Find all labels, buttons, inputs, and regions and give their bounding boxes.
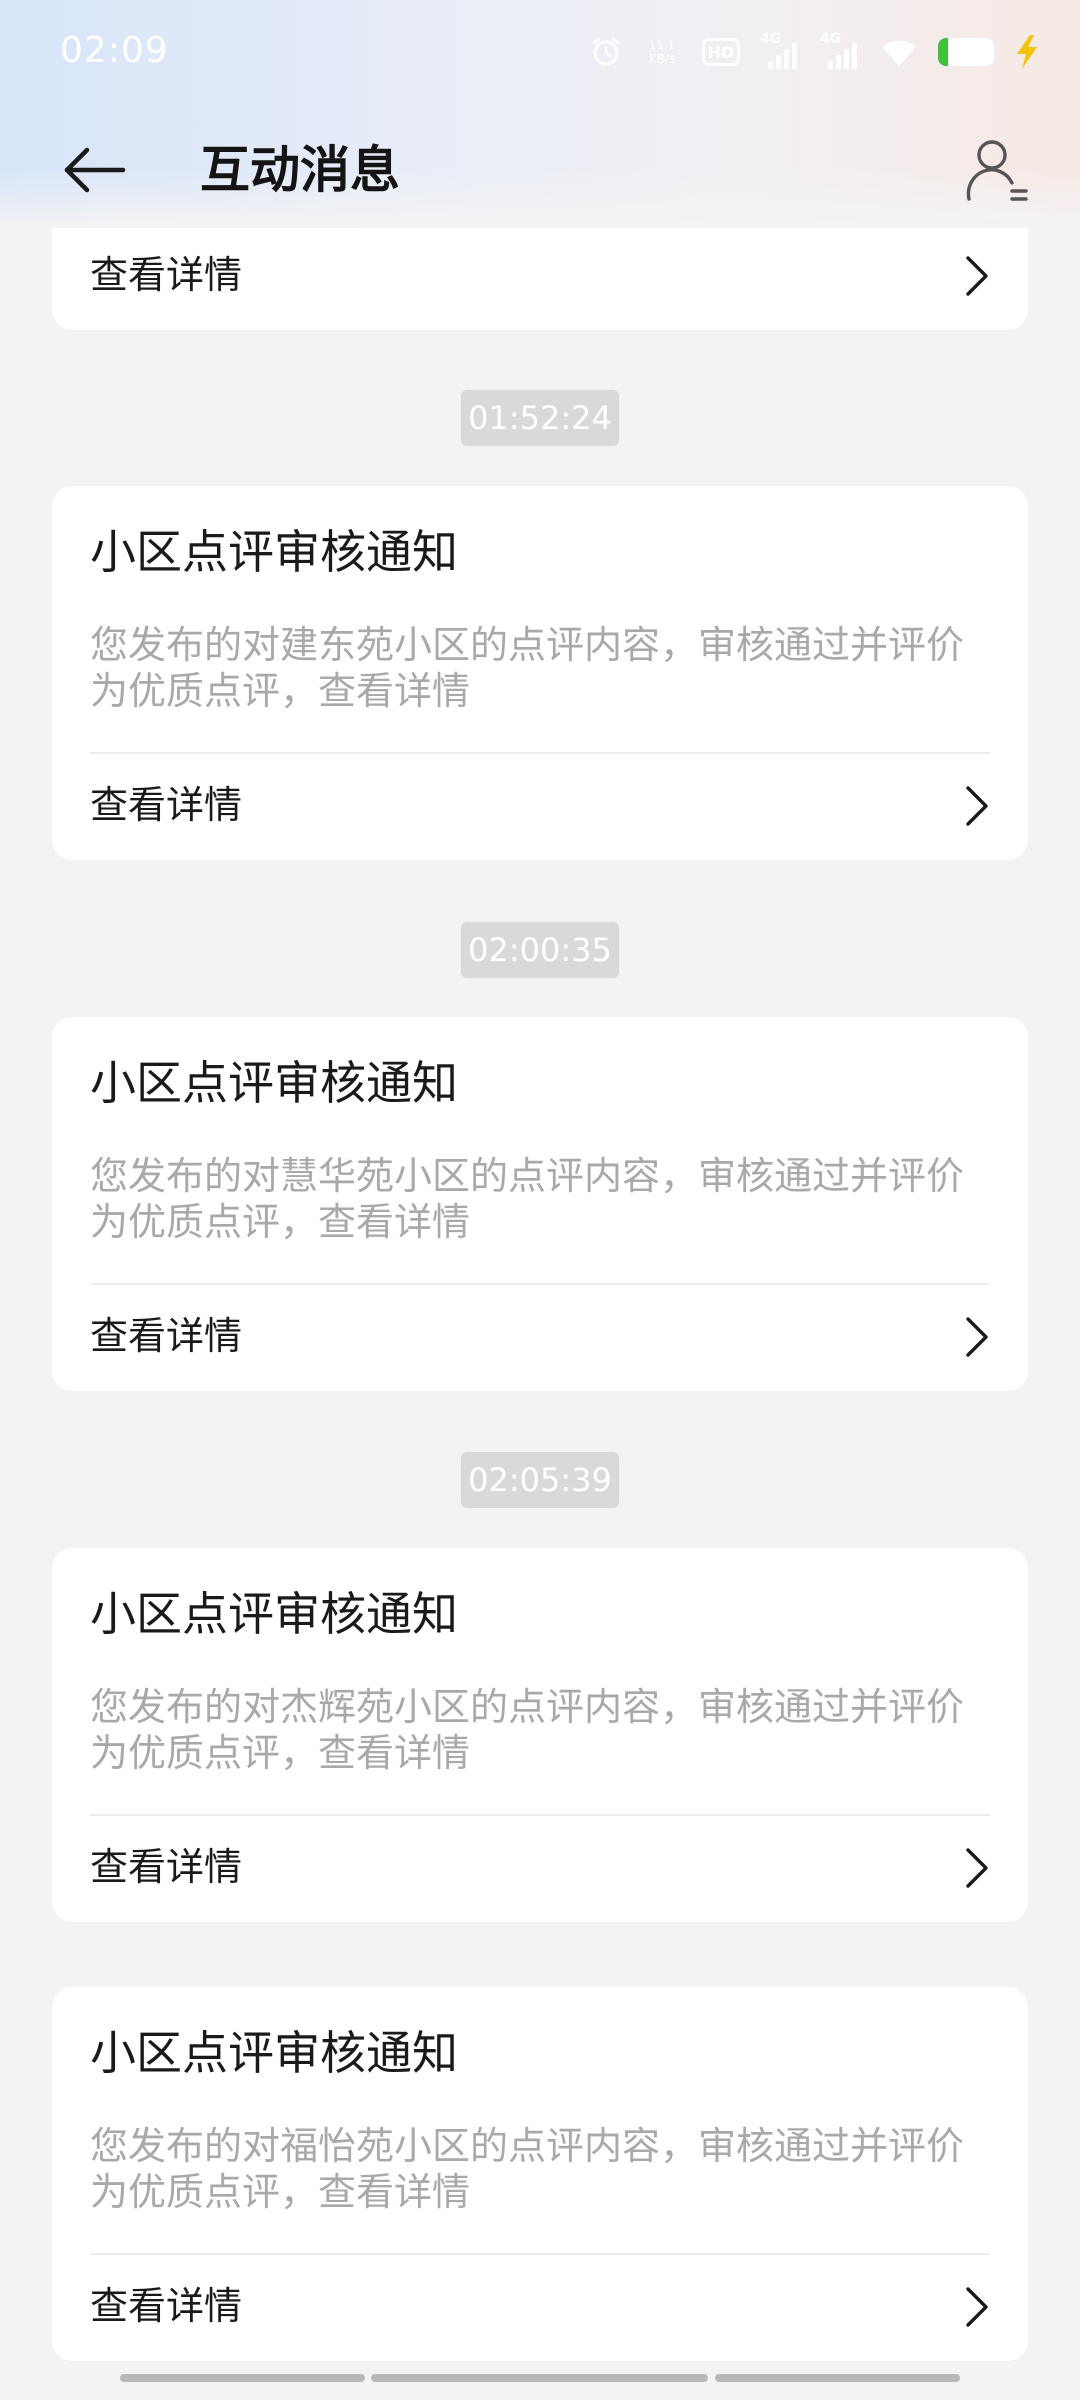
page-title: 互动消息 [200,141,400,199]
screen: 查看详情 01:52:24 小区点评审核通知 您发布的对建东苑小区的点评内容，审… [0,0,1080,2400]
wifi-icon [882,40,916,66]
view-details-row[interactable]: 查看详情 [52,752,1028,860]
message-description: 您发布的对慧华苑小区的点评内容，审核通过并评价为优质点评，查看详情 [90,1154,965,1244]
view-details-row[interactable]: 查看详情 [52,222,1028,330]
alarm-icon [592,37,620,66]
chevron-right-icon [966,256,988,296]
message-timestamp: 02:00:35 [461,922,619,978]
battery-icon [938,38,994,66]
signal-icon: 4G [760,31,800,69]
message-title: 小区点评审核通知 [90,525,458,579]
charging-icon [1017,35,1037,69]
back-arrow-icon [64,147,126,193]
profile-settings-button[interactable] [962,132,1032,208]
view-details-label: 查看详情 [90,1314,243,1358]
network-speed: 11.1 KB/s [642,38,682,66]
user-list-icon [966,140,1028,201]
message-card[interactable]: 小区点评审核通知 您发布的对建东苑小区的点评内容，审核通过并评价为优质点评，查看… [52,486,1028,860]
message-list[interactable]: 查看详情 01:52:24 小区点评审核通知 您发布的对建东苑小区的点评内容，审… [0,0,1080,2400]
hd-icon: HD [702,38,740,66]
back-button[interactable] [60,138,130,202]
message-description: 您发布的对福怡苑小区的点评内容，审核通过并评价为优质点评，查看详情 [90,2124,965,2214]
view-details-row[interactable]: 查看详情 [52,1814,1028,1922]
message-title: 小区点评审核通知 [90,2026,458,2080]
message-timestamp: 02:05:39 [461,1452,619,1508]
gesture-bar-segment [371,2374,708,2382]
view-details-row[interactable]: 查看详情 [52,2253,1028,2361]
status-icons: 11.1 KB/s HD 4G 4G [590,30,1040,74]
chevron-right-icon [966,2287,988,2327]
status-bar: 02:09 11.1 KB/s HD 4G 4G [0,0,1080,110]
message-card[interactable]: 小区点评审核通知 您发布的对杰辉苑小区的点评内容，审核通过并评价为优质点评，查看… [52,1548,1028,1922]
nav-bar: 互动消息 [0,120,1080,220]
network-speed-unit: KB/s [648,52,676,66]
sim1-network-label: 4G [760,31,782,47]
view-details-row[interactable]: 查看详情 [52,1283,1028,1391]
message-card[interactable]: 小区点评审核通知 您发布的对福怡苑小区的点评内容，审核通过并评价为优质点评，查看… [52,1987,1028,2361]
battery-level [938,38,949,66]
signal-icon: 4G [820,31,860,69]
sim2-network-label: 4G [820,31,842,47]
gesture-bar-segment [120,2374,365,2382]
view-details-label: 查看详情 [90,783,243,827]
chevron-right-icon [966,1848,988,1888]
view-details-label: 查看详情 [90,1845,243,1889]
chevron-right-icon [966,1317,988,1357]
message-title: 小区点评审核通知 [90,1587,458,1641]
view-details-label: 查看详情 [90,2284,243,2328]
view-details-label: 查看详情 [90,253,243,297]
message-timestamp: 01:52:24 [461,390,619,446]
message-card[interactable]: 小区点评审核通知 您发布的对慧华苑小区的点评内容，审核通过并评价为优质点评，查看… [52,1017,1028,1391]
status-time: 02:09 [60,30,169,71]
message-description: 您发布的对杰辉苑小区的点评内容，审核通过并评价为优质点评，查看详情 [90,1685,965,1775]
message-description: 您发布的对建东苑小区的点评内容，审核通过并评价为优质点评，查看详情 [90,623,965,713]
message-title: 小区点评审核通知 [90,1056,458,1110]
network-speed-value: 11.1 [648,38,676,52]
chevron-right-icon [966,786,988,826]
gesture-bar-segment [715,2374,960,2382]
